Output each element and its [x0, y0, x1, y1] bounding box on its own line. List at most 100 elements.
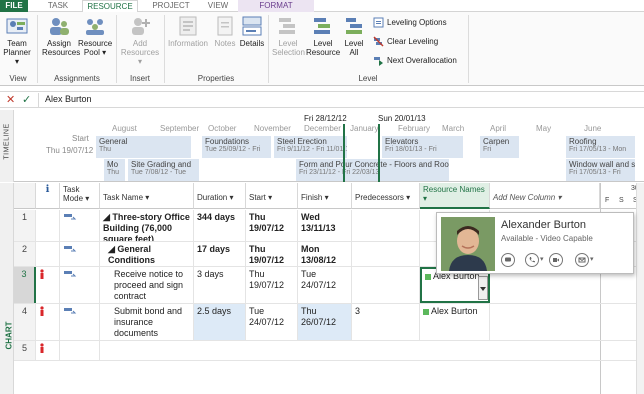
level-selection-button[interactable]: Level Selection [272, 15, 305, 57]
properties-group-label: Properties [197, 74, 235, 83]
resource-pool-button[interactable]: Resource Pool ▾ [78, 15, 112, 57]
row-number[interactable]: 1 [14, 210, 36, 241]
phone-icon[interactable] [525, 253, 539, 267]
resource-names-cell[interactable]: Alex Burton [420, 304, 490, 340]
timeline-bar[interactable]: Mo Thu [104, 159, 126, 181]
predecessors-cell[interactable] [352, 267, 420, 303]
start-column-header[interactable]: Start ▾ [246, 183, 298, 209]
start-cell[interactable]: Thu 19/07/12 [246, 267, 298, 303]
email-dropdown-icon[interactable]: ▾ [590, 255, 594, 263]
task-name-cell[interactable]: Submit bond and insurance documents [100, 304, 194, 340]
task-mode-column-header[interactable]: Task Mode ▾ [60, 183, 100, 209]
finish-cell[interactable]: Tue 24/07/12 [298, 267, 352, 303]
entry-field[interactable]: Alex Burton [38, 93, 638, 107]
predecessors-cell[interactable]: 3 [352, 304, 420, 340]
resource-names-column-header[interactable]: Resource Names ▾ [420, 183, 490, 209]
details-button[interactable]: Details [238, 15, 266, 48]
email-icon[interactable] [575, 253, 589, 267]
timeline-bar[interactable]: Roofing Fri 17/05/13 - Mon [566, 136, 636, 158]
timeline-bar[interactable]: Foundations Tue 25/09/12 - Fri [202, 136, 272, 158]
task-name-cell[interactable]: ◢ General Conditions [100, 242, 194, 266]
team-planner-button[interactable]: Team Planner ▾ [2, 15, 32, 66]
timeline-bar[interactable]: Form and Pour Concrete - Floors and Roof… [296, 159, 450, 181]
auto-schedule-icon [64, 308, 77, 314]
row-number[interactable]: 3 [14, 267, 36, 303]
tab-file[interactable]: FILE [0, 0, 28, 12]
cancel-entry-icon[interactable]: ✕ [6, 93, 15, 106]
task-mode-cell[interactable] [60, 341, 100, 360]
timeline-bar[interactable]: Steel Erection Fri 9/11/12 - Fri 11/01/13 [274, 136, 348, 158]
video-call-icon[interactable] [549, 253, 563, 267]
chat-icon[interactable] [501, 253, 515, 267]
tab-format[interactable]: FORMAT [238, 0, 314, 12]
finish-cell[interactable]: Mon 13/08/12 [298, 242, 352, 266]
select-all-header[interactable] [14, 183, 36, 209]
timeline[interactable]: TIMELINE Start Thu 19/07/12 Fri 28/12/12… [0, 110, 644, 182]
predecessors-cell[interactable] [352, 210, 420, 241]
task-mode-cell[interactable] [60, 304, 100, 340]
duration-cell[interactable]: 17 days [194, 242, 246, 266]
duration-cell[interactable]: 344 days [194, 210, 246, 241]
resource-dropdown-button[interactable] [478, 276, 488, 300]
tab-view[interactable]: VIEW [200, 0, 236, 12]
timeline-bar[interactable]: Site Grading and Tue 7/08/12 - Tue [128, 159, 200, 181]
finish-cell[interactable]: Thu 26/07/12 [298, 304, 352, 340]
vertical-scrollbar[interactable] [636, 183, 644, 394]
overallocated-resource-icon[interactable] [39, 269, 45, 279]
clear-leveling-icon [373, 36, 384, 47]
start-cell[interactable]: Thu 19/07/12 [246, 210, 298, 241]
overallocated-resource-icon[interactable] [39, 343, 45, 353]
clear-leveling-button[interactable]: Clear Leveling [373, 35, 438, 49]
details-label: Details [239, 39, 265, 48]
level-resource-button[interactable]: Level Resource [306, 15, 340, 57]
confirm-entry-icon[interactable]: ✓ [22, 93, 31, 106]
finish-cell[interactable]: Wed 13/11/13 [298, 210, 352, 241]
assign-resources-button[interactable]: Assign Resources [42, 15, 80, 57]
add-new-column-header[interactable]: Add New Column ▾ [490, 183, 600, 209]
next-overallocation-button[interactable]: Next Overallocation [373, 54, 457, 68]
level-resource-icon [314, 18, 330, 34]
row-number[interactable]: 5 [14, 341, 36, 360]
task-mode-cell[interactable] [60, 210, 100, 241]
predecessors-cell[interactable] [352, 242, 420, 266]
task-name-cell[interactable]: ◢ Three-story Office Building (76,000 sq… [100, 210, 194, 241]
team-planner-icon [6, 18, 28, 34]
timeline-bar[interactable]: Carpen Fri [480, 136, 520, 158]
start-cell[interactable]: Thu 19/07/12 [246, 242, 298, 266]
timeline-bar[interactable]: General Thu [96, 136, 192, 158]
leveling-options-button[interactable]: Leveling Options [373, 16, 447, 30]
add-resources-button[interactable]: Add Resources ▾ [120, 15, 160, 66]
notes-icon [217, 16, 233, 36]
table-row[interactable]: 4 Submit bond and insurance documents 2.… [14, 304, 644, 341]
row-number[interactable]: 4 [14, 304, 36, 340]
ribbon-separator [116, 15, 117, 83]
level-all-button[interactable]: Level All [342, 15, 366, 57]
start-cell[interactable]: Tue 24/07/12 [246, 304, 298, 340]
overallocated-resource-icon[interactable] [39, 306, 45, 316]
predecessors-column-header[interactable]: Predecessors ▾ [352, 183, 420, 209]
task-name-column-header[interactable]: Task Name ▾ [100, 183, 194, 209]
phone-dropdown-icon[interactable]: ▾ [540, 255, 544, 263]
duration-cell[interactable]: 2.5 days [194, 304, 246, 340]
timeline-bar[interactable]: Window wall and sto Fri 17/05/13 - Fri [566, 159, 636, 181]
tab-task[interactable]: TASK [40, 0, 76, 12]
indicator-cell [36, 341, 60, 360]
task-mode-cell[interactable] [60, 242, 100, 266]
ribbon-separator [268, 15, 269, 83]
task-name-cell[interactable]: Receive notice to proceed and sign contr… [100, 267, 194, 303]
information-icon [179, 16, 197, 36]
information-button[interactable]: Information [166, 15, 210, 48]
info-column-header[interactable]: ℹ [36, 183, 60, 209]
row-number[interactable]: 2 [14, 242, 36, 266]
duration-column-header[interactable]: Duration ▾ [194, 183, 246, 209]
notes-button[interactable]: Notes [212, 15, 238, 48]
contact-card[interactable]: Alexander Burton Available - Video Capab… [436, 212, 634, 274]
duration-cell[interactable]: 3 days [194, 267, 246, 303]
task-mode-cell[interactable] [60, 267, 100, 303]
insert-group-label: Insert [129, 74, 150, 83]
table-row[interactable]: 5 [14, 341, 644, 361]
finish-column-header[interactable]: Finish ▾ [298, 183, 352, 209]
tab-project[interactable]: PROJECT [148, 0, 194, 12]
timeline-bar[interactable]: Elevators Fri 18/01/13 - Fri [382, 136, 464, 158]
timeline-month: June [584, 124, 602, 133]
